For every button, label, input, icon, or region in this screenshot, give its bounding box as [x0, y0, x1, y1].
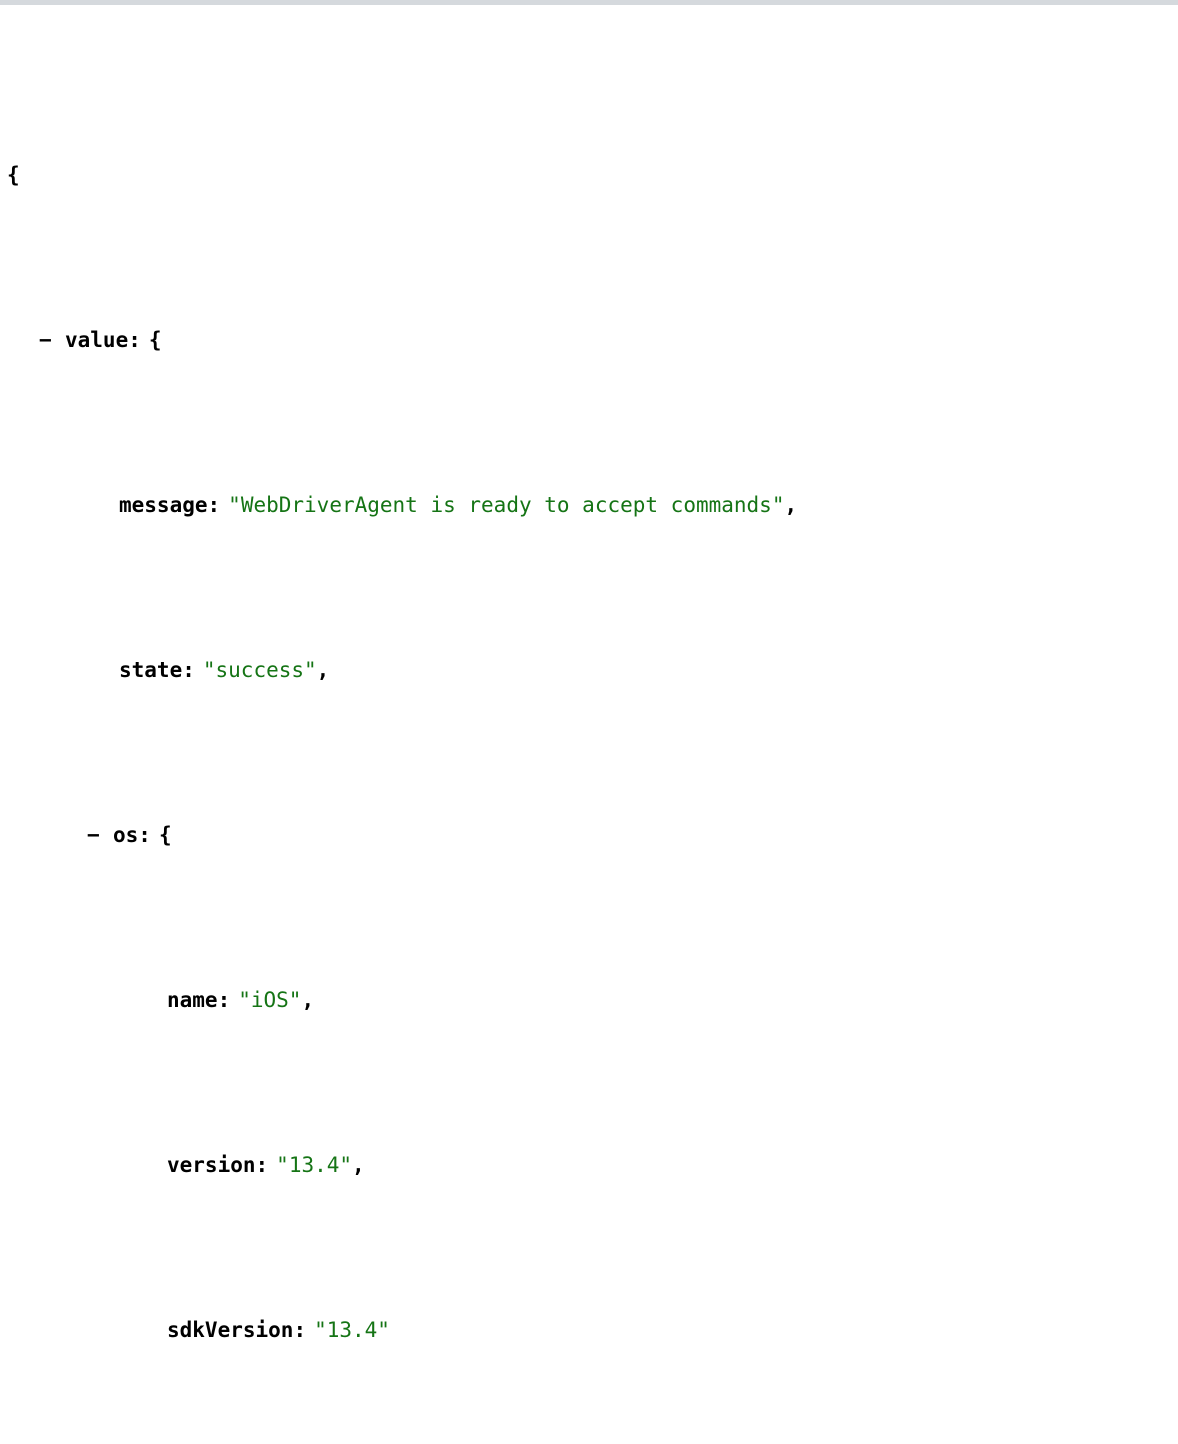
value-state: "success" [202, 658, 317, 682]
key-os-name: name [167, 988, 218, 1012]
json-line-message: message: "WebDriverAgent is ready to acce… [0, 489, 1178, 522]
key-state: state [119, 658, 183, 682]
collapse-toggle-value[interactable]: − [39, 324, 65, 357]
value-os-version: "13.4" [276, 1153, 353, 1177]
value-os-sdkversion: "13.4" [314, 1318, 390, 1342]
json-response-viewer: { − value:{ message: "WebDriverAgent is re… [0, 5, 1178, 1444]
json-line-value: − value: { [0, 324, 1178, 357]
key-os-version: version [167, 1153, 256, 1177]
colon-state: : [182, 658, 195, 682]
json-line-state: state: "success", [0, 654, 1178, 687]
json-line-root-open: { [0, 159, 1178, 192]
comma-os-version: , [352, 1153, 365, 1177]
json-line-os: − os: { [0, 819, 1178, 852]
key-os-sdkversion: sdkVersion [167, 1318, 294, 1342]
comma-state: , [316, 658, 330, 682]
colon-os-version: : [255, 1153, 269, 1177]
colon-value: : [128, 328, 141, 352]
comma-os-name: , [301, 988, 315, 1012]
json-line-os-sdkversion: sdkVersion: "13.4" [0, 1314, 1178, 1347]
open-brace-value: { [148, 328, 162, 352]
value-message: "WebDriverAgent is ready to accept comma… [228, 493, 785, 517]
colon-message: : [207, 493, 221, 517]
root-open-brace: { [7, 163, 20, 187]
key-os: os [113, 823, 139, 847]
open-brace-os: { [158, 823, 172, 847]
collapse-toggle-os[interactable]: − [87, 819, 113, 852]
comma-message: , [784, 493, 798, 517]
key-message: message [119, 493, 208, 517]
key-value: value [65, 328, 129, 352]
colon-os-sdkversion: : [293, 1318, 307, 1342]
value-os-name: "iOS" [238, 988, 302, 1012]
json-line-os-name: name: "iOS", [0, 984, 1178, 1017]
json-line-os-version: version: "13.4", [0, 1149, 1178, 1182]
colon-os-name: : [217, 988, 231, 1012]
colon-os: : [138, 823, 151, 847]
